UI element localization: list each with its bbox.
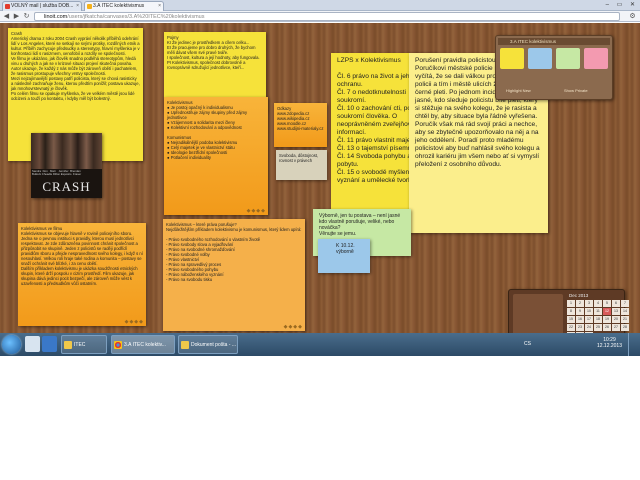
window-controls[interactable]: – ▭ ✕: [606, 1, 638, 8]
tab-label: 3.A ITEC kolektivismus: [93, 3, 145, 9]
poster-faces: [31, 133, 102, 169]
note-text: Kolektivismus ve filmu Kolektivismus se …: [21, 226, 143, 286]
calendar-day[interactable]: 21: [621, 316, 629, 323]
show-desktop-button[interactable]: [628, 333, 640, 356]
calendar-day[interactable]: 25: [594, 324, 602, 331]
clock-date: 12.12.2013: [596, 343, 622, 349]
screen: VOLNÝ mail | služba DOB... × 3.A ITEC ko…: [0, 0, 640, 356]
crash-poster-image: Sandra Don Matt Jennifer Brendan Bullock…: [31, 133, 102, 198]
mail-icon: [5, 4, 10, 9]
swatch-yellow[interactable]: [500, 48, 524, 69]
windows-taskbar: ITEC 3.A ITEC kolektiv... Dokument pošta…: [0, 333, 640, 356]
close-icon[interactable]: ×: [76, 2, 79, 11]
note-text: K 10.12. výborně: [336, 243, 355, 255]
sticky-note-kolektivismus-definice[interactable]: Kolektivismus ● Je postoj opačný k indiv…: [164, 97, 268, 215]
calendar-day[interactable]: 26: [603, 324, 611, 331]
forward-icon[interactable]: ▶: [12, 12, 21, 21]
reload-icon[interactable]: ↻: [22, 12, 31, 21]
taskbar-label: 3.A ITEC kolektiv...: [124, 342, 166, 348]
tab-itec-kolektivismus[interactable]: 3.A ITEC kolektivismus ×: [84, 1, 164, 11]
calendar-day[interactable]: 13: [612, 308, 620, 315]
note-text: Výborně, jen tu postava – není jasné kdo…: [319, 213, 401, 237]
explorer-icon[interactable]: [25, 336, 40, 352]
url-host: linoit.com: [44, 14, 68, 20]
ie-icon[interactable]: [42, 336, 57, 352]
calendar-day[interactable]: 3: [585, 300, 593, 307]
taskbar-clock[interactable]: 10:29 12.12.2013: [597, 337, 622, 349]
sticky-note-odkazy[interactable]: Odkazy www.zdopedia.cz www.wikipedia.cz …: [274, 103, 327, 147]
swatch-blue[interactable]: [528, 48, 552, 69]
calendar-day[interactable]: 16: [576, 316, 584, 323]
note-text: Crash Americký drama z roku 2004 Crash v…: [11, 31, 140, 101]
calendar-day[interactable]: 19: [603, 316, 611, 323]
folder-icon: [64, 341, 72, 349]
tab-label: VOLNÝ mail | služba DOB...: [11, 3, 74, 9]
calendar-day[interactable]: 27: [612, 324, 620, 331]
swatch-pink[interactable]: [584, 48, 608, 69]
folder-icon: [181, 341, 189, 349]
calendar-day[interactable]: 11: [594, 308, 602, 315]
taskbar-item-chrome[interactable]: 3.A ITEC kolektiv...: [111, 335, 175, 354]
calendar-day[interactable]: 8: [567, 308, 575, 315]
note-toolbar[interactable]: ◆◆◆◆: [247, 208, 266, 214]
calendar-month: Dec 2013: [569, 293, 589, 298]
sticky-note-kolektivismus-film[interactable]: Kolektivismus ve filmu Kolektivismus se …: [18, 223, 146, 326]
calendar-day[interactable]: 18: [594, 316, 602, 323]
calendar-day[interactable]: 12: [603, 308, 611, 315]
sticky-note-k10[interactable]: K 10.12. výborně: [318, 239, 370, 273]
calendar-day[interactable]: 10: [585, 308, 593, 315]
sticky-note-prava[interactable]: Kolektivismus – které práva porušuje? Ne…: [163, 219, 305, 331]
calendar-day[interactable]: 5: [603, 300, 611, 307]
calendar-day[interactable]: 7: [621, 300, 629, 307]
poster-cast: Sandra Don Matt Jennifer Brendan Bullock…: [32, 169, 82, 177]
note-text: Pojmy KI Že jedinec je prostředkem a cíl…: [167, 35, 260, 70]
swatch-green[interactable]: [556, 48, 580, 69]
sticky-note-svoboda[interactable]: Svoboda, důstojnost, rovnost v právech: [276, 150, 327, 180]
taskbar-label: ITEC: [74, 342, 86, 348]
url-path: /users/jfkatcha/canvases/3.A%20ITEC%20ko…: [67, 14, 205, 20]
language-indicator[interactable]: CS: [524, 341, 531, 347]
wrench-icon[interactable]: ⚙: [628, 12, 637, 21]
calendar-day[interactable]: 14: [621, 308, 629, 315]
browser-tab-bar: VOLNÝ mail | služba DOB... × 3.A ITEC ko…: [0, 0, 640, 11]
calendar-day[interactable]: 20: [612, 316, 620, 323]
poster-title: CRASH: [42, 179, 91, 194]
calendar-day[interactable]: 15: [567, 316, 575, 323]
taskbar-item-dokument[interactable]: Dokument pošta - ...: [178, 335, 238, 354]
calendar-day[interactable]: 23: [576, 324, 584, 331]
highlight-new-button[interactable]: Highlight New: [506, 88, 531, 93]
taskbar-item-itec[interactable]: ITEC: [61, 335, 107, 354]
calendar-day[interactable]: 2: [576, 300, 584, 307]
note-toolbar[interactable]: ◆◆◆◆: [125, 319, 144, 325]
note-text: Kolektivismus ● Je postoj opačný k indiv…: [167, 100, 248, 160]
browser-toolbar: ◀ ▶ ↻ linoit.com/users/jfkatcha/canvases…: [0, 11, 640, 22]
taskbar-label: Dokument pošta - ...: [191, 342, 237, 348]
note-text: Odkazy www.zdopedia.cz www.wikipedia.cz …: [277, 106, 324, 131]
note-text: Svoboda, důstojnost, rovnost v právech: [279, 153, 320, 163]
start-button[interactable]: [2, 335, 21, 354]
calendar-day[interactable]: 28: [621, 324, 629, 331]
calendar-day[interactable]: 17: [585, 316, 593, 323]
calendar-day[interactable]: 22: [567, 324, 575, 331]
canvas-palette[interactable]: 3.A ITEC kolektivismus Highlight New Sho…: [495, 35, 613, 100]
note-text: Kolektivismus – které práva porušuje? Ne…: [166, 222, 302, 282]
calendar-day[interactable]: 6: [612, 300, 620, 307]
show-private-button[interactable]: Show Private: [564, 88, 588, 93]
address-bar[interactable]: linoit.com/users/jfkatcha/canvases/3.A%2…: [34, 12, 620, 21]
calendar-day[interactable]: 9: [576, 308, 584, 315]
palette-title: 3.A ITEC kolektivismus: [498, 38, 610, 45]
close-icon[interactable]: ×: [158, 2, 161, 11]
calendar-day[interactable]: 24: [585, 324, 593, 331]
note-toolbar[interactable]: ◆◆◆◆: [284, 324, 303, 330]
chrome-icon: [114, 341, 122, 349]
tab-volny-mail[interactable]: VOLNÝ mail | služba DOB... ×: [2, 1, 82, 11]
calendar-day[interactable]: 1: [567, 300, 575, 307]
back-icon[interactable]: ◀: [2, 12, 11, 21]
calendar-day[interactable]: 4: [594, 300, 602, 307]
linoit-icon: [87, 4, 92, 9]
